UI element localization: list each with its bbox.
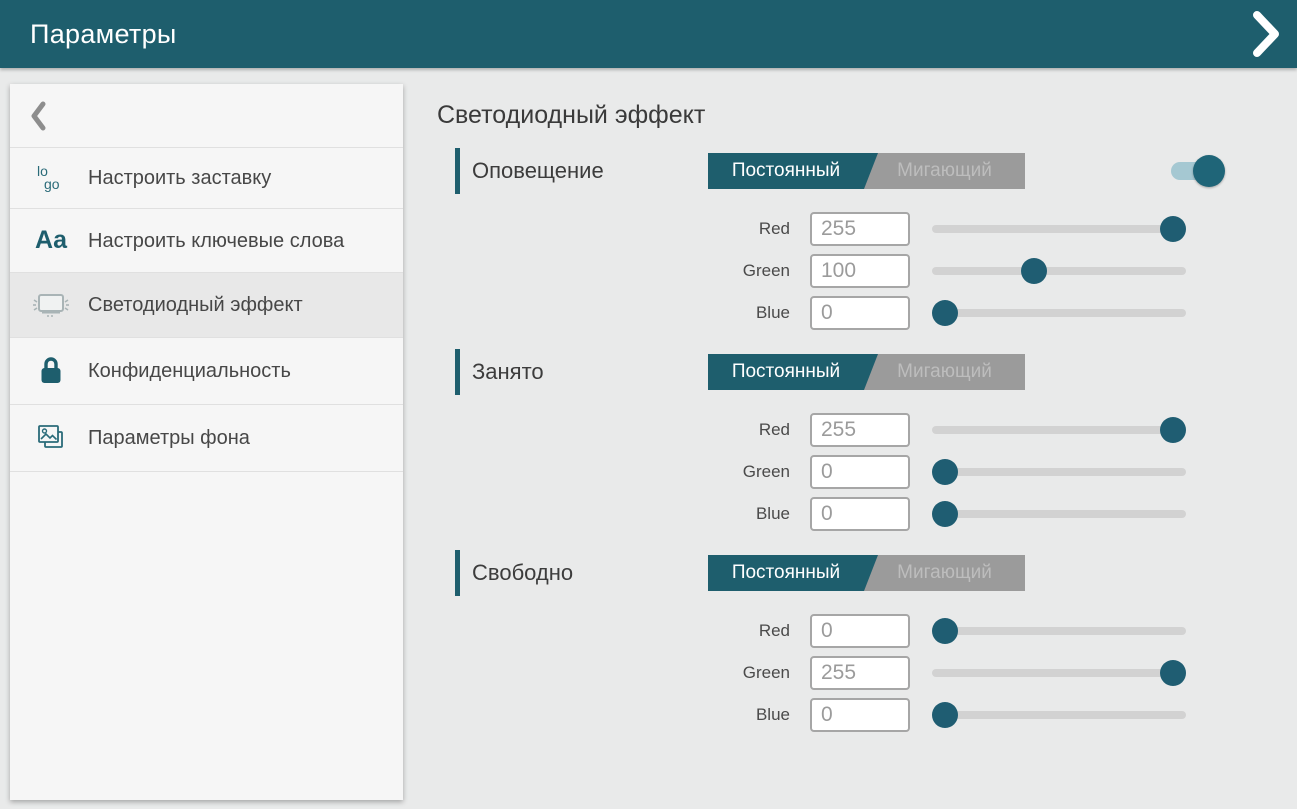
logo-icon: lo go <box>30 165 72 191</box>
page-title: Светодиодный эффект <box>437 100 1227 130</box>
slider-thumb[interactable] <box>932 702 958 728</box>
busy-green-slider[interactable] <box>932 454 1186 489</box>
sidebar-item-label: Светодиодный эффект <box>88 292 303 318</box>
section-accent-bar <box>455 148 460 194</box>
slider-track <box>932 669 1186 677</box>
chevron-left-icon <box>30 101 47 131</box>
free-blue-input[interactable] <box>810 698 910 732</box>
green-label: Green <box>455 663 790 683</box>
slider-track <box>932 426 1186 434</box>
notification-green-input[interactable] <box>810 254 910 288</box>
tab-constant[interactable]: Постоянный <box>708 555 864 591</box>
slider-thumb[interactable] <box>1160 417 1186 443</box>
free-green-slider[interactable] <box>932 655 1186 690</box>
slider-thumb[interactable] <box>932 300 958 326</box>
notification-green-slider[interactable] <box>932 253 1186 288</box>
notification-mode-tabs: Постоянный Мигающий <box>708 153 1025 189</box>
sidebar-item-label: Конфиденциальность <box>88 358 291 384</box>
slider-track <box>932 468 1186 476</box>
slider-thumb[interactable] <box>932 618 958 644</box>
section-label: Занято <box>472 359 544 385</box>
slider-track <box>932 510 1186 518</box>
section-label: Оповещение <box>472 158 604 184</box>
tab-blinking[interactable]: Мигающий <box>864 354 1025 390</box>
sidebar-item-background[interactable]: Параметры фона <box>10 405 403 472</box>
notification-red-input[interactable] <box>810 212 910 246</box>
blue-label: Blue <box>455 705 790 725</box>
tab-blinking[interactable]: Мигающий <box>864 153 1025 189</box>
slider-thumb[interactable] <box>1021 258 1047 284</box>
red-label: Red <box>455 219 790 239</box>
app-title: Параметры <box>30 19 177 50</box>
notification-blue-slider[interactable] <box>932 295 1186 330</box>
section-accent-bar <box>455 550 460 596</box>
busy-red-input[interactable] <box>810 413 910 447</box>
notification-red-slider[interactable] <box>932 211 1186 246</box>
free-green-input[interactable] <box>810 656 910 690</box>
free-blue-slider[interactable] <box>932 697 1186 732</box>
busy-blue-slider[interactable] <box>932 496 1186 531</box>
main-content: Светодиодный эффект Оповещение Постоянны… <box>437 100 1227 751</box>
sidebar-item-keywords[interactable]: Aa Настроить ключевые слова <box>10 209 403 273</box>
slider-track <box>932 225 1186 233</box>
slider-track <box>932 309 1186 317</box>
led-screen-icon <box>30 290 72 320</box>
sidebar-item-label: Параметры фона <box>88 425 250 451</box>
slider-thumb[interactable] <box>932 459 958 485</box>
slider-track <box>932 267 1186 275</box>
slider-thumb[interactable] <box>932 501 958 527</box>
red-label: Red <box>455 420 790 440</box>
section-busy: Занято Постоянный Мигающий Red Green <box>455 349 1227 531</box>
free-red-input[interactable] <box>810 614 910 648</box>
sidebar-item-privacy[interactable]: Конфиденциальность <box>10 338 403 405</box>
section-accent-bar <box>455 349 460 395</box>
slider-track <box>932 711 1186 719</box>
notification-led-toggle[interactable] <box>1171 155 1225 187</box>
free-red-slider[interactable] <box>932 613 1186 648</box>
chevron-right-icon[interactable] <box>1251 11 1281 57</box>
slider-thumb[interactable] <box>1160 216 1186 242</box>
sidebar-item-label: Настроить заставку <box>88 165 271 191</box>
section-notification: Оповещение Постоянный Мигающий Red <box>455 148 1227 330</box>
busy-mode-tabs: Постоянный Мигающий <box>708 354 1025 390</box>
slider-track <box>932 627 1186 635</box>
keywords-icon: Aa <box>30 226 72 255</box>
background-image-icon <box>30 422 72 454</box>
slider-thumb[interactable] <box>1160 660 1186 686</box>
notification-blue-input[interactable] <box>810 296 910 330</box>
green-label: Green <box>455 261 790 281</box>
app-header: Параметры <box>0 0 1297 68</box>
section-label: Свободно <box>472 560 573 586</box>
red-label: Red <box>455 621 790 641</box>
free-mode-tabs: Постоянный Мигающий <box>708 555 1025 591</box>
sidebar-collapse-button[interactable] <box>10 84 403 148</box>
toggle-knob <box>1193 155 1225 187</box>
busy-blue-input[interactable] <box>810 497 910 531</box>
lock-icon <box>30 355 72 387</box>
tab-constant[interactable]: Постоянный <box>708 354 864 390</box>
sidebar-item-led-effect[interactable]: Светодиодный эффект <box>10 273 403 338</box>
busy-red-slider[interactable] <box>932 412 1186 447</box>
tab-constant[interactable]: Постоянный <box>708 153 864 189</box>
section-free: Свободно Постоянный Мигающий Red Green <box>455 550 1227 732</box>
sidebar-item-label: Настроить ключевые слова <box>88 228 344 254</box>
green-label: Green <box>455 462 790 482</box>
busy-green-input[interactable] <box>810 455 910 489</box>
tab-blinking[interactable]: Мигающий <box>864 555 1025 591</box>
blue-label: Blue <box>455 504 790 524</box>
blue-label: Blue <box>455 303 790 323</box>
sidebar-item-splash-screen[interactable]: lo go Настроить заставку <box>10 148 403 209</box>
sidebar: lo go Настроить заставку Aa Настроить кл… <box>10 84 403 800</box>
